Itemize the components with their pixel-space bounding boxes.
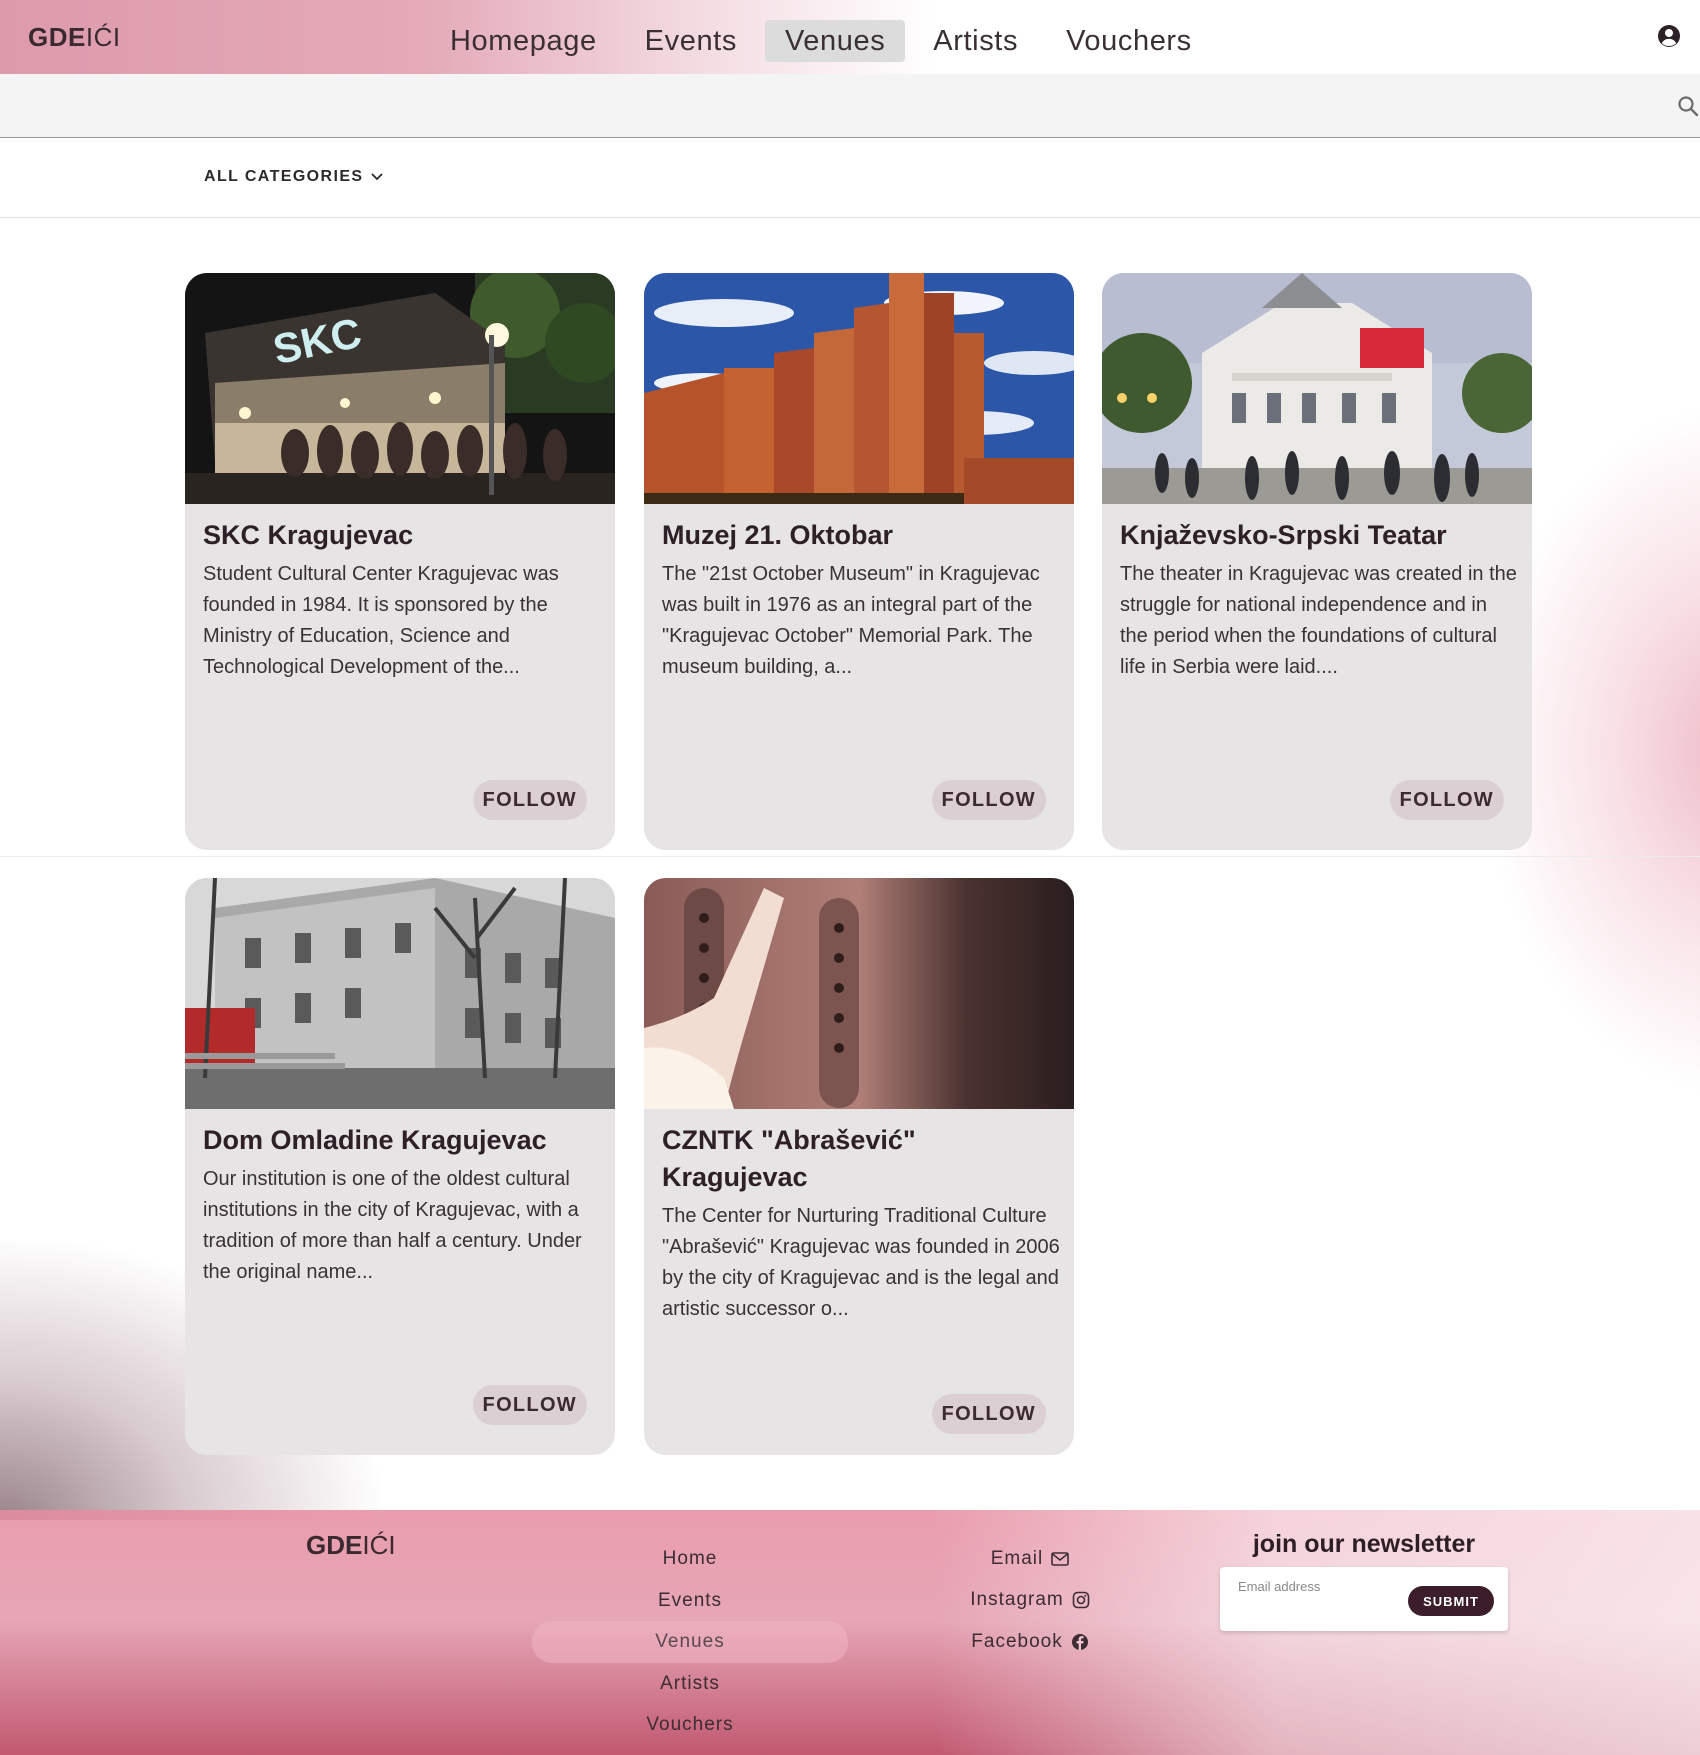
nav-venues[interactable]: Venues: [764, 20, 906, 62]
venue-image: SKC: [185, 273, 615, 504]
social-facebook-label: Facebook: [971, 1630, 1063, 1652]
footer-link-vouchers[interactable]: Vouchers: [532, 1704, 848, 1746]
footer: GDEIĆI Home Events Venues Artists Vouche…: [0, 1510, 1700, 1755]
logo-text-bold: GDE: [28, 22, 86, 52]
venue-description: The theater in Kragujevac was created in…: [1120, 563, 1517, 678]
venue-card[interactable]: Muzej 21. Oktobar The "21st October Muse…: [644, 273, 1074, 850]
follow-button[interactable]: FOLLOW: [472, 1385, 587, 1425]
chevron-down-icon: [372, 173, 383, 181]
newsletter-email-input[interactable]: [1238, 1575, 1398, 1597]
footer-link-venues[interactable]: Venues: [532, 1621, 848, 1663]
logo-text-rest: ĆI: [93, 22, 121, 52]
top-navigation-bar: GDEIĆI Homepage Events Venues Artists Vo…: [0, 0, 1700, 74]
follow-button[interactable]: FOLLOW: [472, 780, 587, 820]
footer-nav: Home Events Venues Artists Vouchers: [532, 1538, 848, 1746]
venue-title[interactable]: CZNTK "Abrašević" Kragujevac: [662, 1122, 1062, 1196]
instagram-icon: [1072, 1591, 1090, 1609]
venue-title[interactable]: Dom Omladine Kragujevac: [203, 1122, 603, 1159]
category-dropdown-label: ALL CATEGORIES: [204, 168, 364, 185]
social-instagram[interactable]: Instagram: [940, 1580, 1120, 1622]
venue-title[interactable]: SKC Kragujevac: [203, 517, 603, 554]
venue-card[interactable]: Dom Omladine Kragujevac Our institution …: [185, 878, 615, 1455]
footer-logo-rest: ĆI: [369, 1530, 396, 1560]
venue-image: [644, 878, 1074, 1109]
venue-image: [185, 878, 615, 1109]
footer-logo-separator: I: [362, 1530, 370, 1560]
category-dropdown[interactable]: ALL CATEGORIES: [204, 168, 383, 186]
row-divider: [0, 856, 1700, 857]
footer-link-artists[interactable]: Artists: [532, 1663, 848, 1705]
social-email-label: Email: [990, 1547, 1044, 1569]
footer-link-home[interactable]: Home: [532, 1538, 848, 1580]
search-input[interactable]: [20, 84, 1660, 128]
follow-button[interactable]: FOLLOW: [931, 1394, 1046, 1434]
venue-card[interactable]: CZNTK "Abrašević" Kragujevac The Center …: [644, 878, 1074, 1455]
nav-vouchers[interactable]: Vouchers: [1046, 20, 1212, 62]
venue-description: Student Cultural Center Kragujevac was f…: [203, 563, 559, 678]
logo-separator: I: [85, 22, 94, 52]
main-nav: Homepage Events Venues Artists Vouchers: [430, 20, 1212, 62]
nav-homepage[interactable]: Homepage: [430, 20, 617, 62]
venue-card[interactable]: SKC SKC Kragujevac Student Cultural Cent…: [185, 273, 615, 850]
venue-image: [644, 273, 1074, 504]
venue-description: The "21st October Museum" in Kragujevac …: [662, 563, 1040, 678]
venue-title[interactable]: Knjaževsko-Srpski Teatar: [1120, 517, 1520, 554]
site-logo[interactable]: GDEIĆI: [28, 22, 121, 53]
footer-logo[interactable]: GDEIĆI: [306, 1530, 396, 1561]
social-instagram-label: Instagram: [970, 1589, 1064, 1611]
search-icon[interactable]: [1676, 94, 1700, 118]
nav-events[interactable]: Events: [625, 20, 757, 62]
facebook-icon: [1071, 1633, 1088, 1650]
venue-title[interactable]: Muzej 21. Oktobar: [662, 517, 1062, 554]
follow-button[interactable]: FOLLOW: [1389, 780, 1504, 820]
social-facebook[interactable]: Facebook: [940, 1621, 1120, 1663]
footer-link-events[interactable]: Events: [532, 1580, 848, 1622]
social-links: Email Instagram Facebook: [940, 1538, 1120, 1663]
newsletter-form: SUBMIT: [1220, 1567, 1508, 1631]
follow-button[interactable]: FOLLOW: [931, 780, 1046, 820]
venue-description: Our institution is one of the oldest cul…: [203, 1168, 582, 1283]
user-circle-icon[interactable]: [1657, 24, 1681, 48]
footer-logo-bold: GDE: [306, 1530, 363, 1560]
newsletter-title: join our newsletter: [1252, 1530, 1476, 1558]
newsletter-submit-button[interactable]: SUBMIT: [1408, 1586, 1494, 1616]
venue-image: [1102, 273, 1532, 504]
search-bar: [0, 74, 1700, 138]
nav-artists[interactable]: Artists: [913, 20, 1038, 62]
social-email[interactable]: Email: [940, 1538, 1120, 1580]
venue-card[interactable]: Knjaževsko-Srpski Teatar The theater in …: [1102, 273, 1532, 850]
filter-bar: ALL CATEGORIES: [0, 138, 1700, 218]
venue-description: The Center for Nurturing Traditional Cul…: [662, 1205, 1060, 1320]
envelope-icon: [1051, 1551, 1070, 1566]
